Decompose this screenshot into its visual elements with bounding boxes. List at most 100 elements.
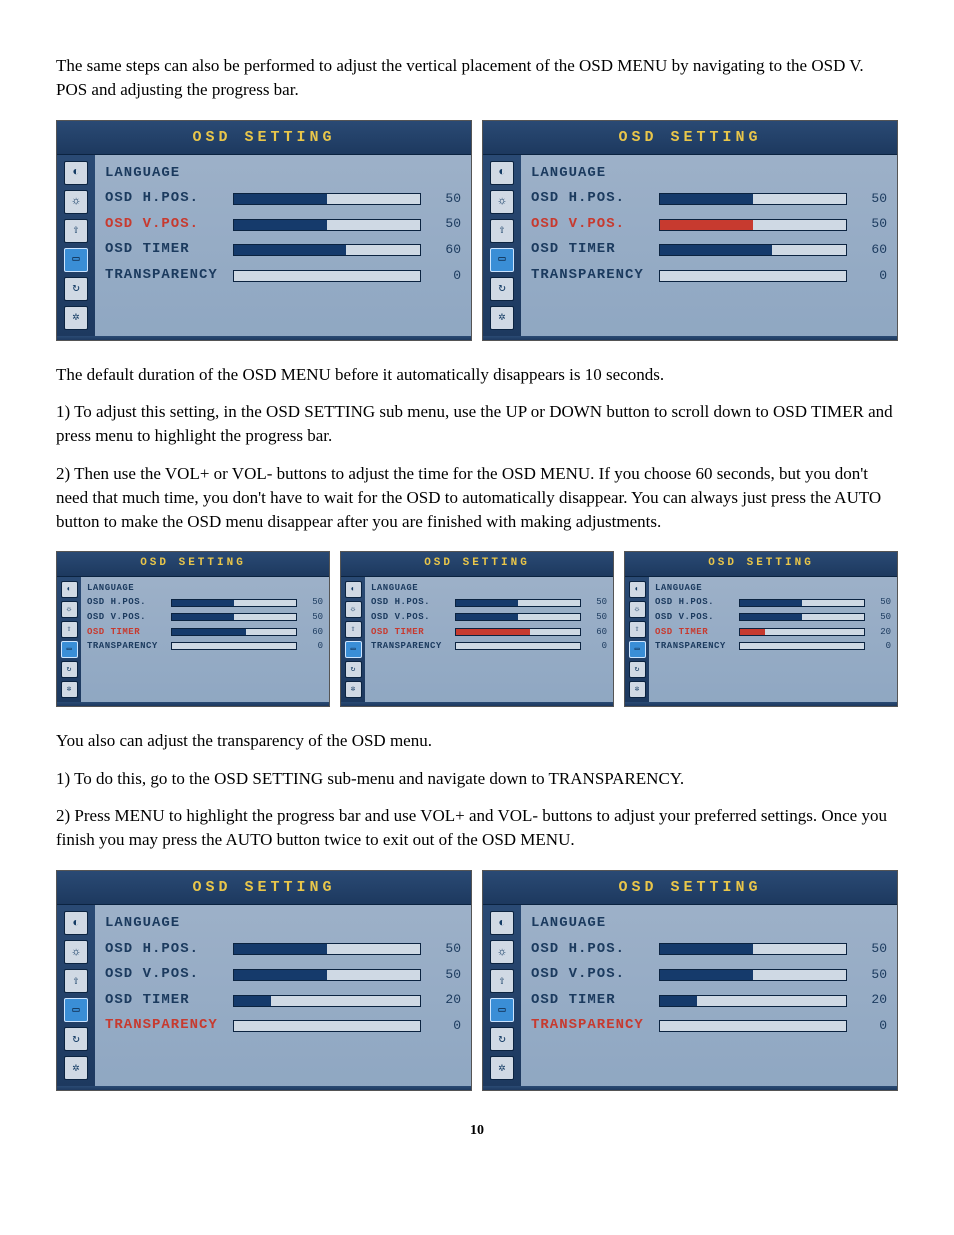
osd-row[interactable]: OSD TIMER60 (531, 237, 887, 263)
osd-row[interactable]: TRANSPARENCY0 (655, 639, 891, 654)
contrast-icon[interactable]: ◐ (64, 911, 88, 935)
osd-progress-bar[interactable] (739, 613, 865, 621)
osd-row[interactable]: TRANSPARENCY0 (371, 639, 607, 654)
osd-progress-bar[interactable] (171, 628, 297, 636)
osd-progress-bar[interactable] (739, 642, 865, 650)
position-icon[interactable]: ⇧ (64, 219, 88, 243)
misc-icon[interactable]: ✲ (64, 306, 88, 330)
reset-icon[interactable]: ↻ (61, 661, 78, 678)
osd-row[interactable]: TRANSPARENCY0 (105, 1013, 461, 1039)
osd-row[interactable]: TRANSPARENCY0 (105, 263, 461, 289)
osd-progress-bar[interactable] (739, 599, 865, 607)
position-icon[interactable]: ⇧ (61, 621, 78, 638)
osd-row[interactable]: OSD TIMER60 (371, 625, 607, 640)
reset-icon[interactable]: ↻ (345, 661, 362, 678)
contrast-icon[interactable]: ◐ (490, 161, 514, 185)
osd-icon[interactable]: ▭ (629, 641, 646, 658)
reset-icon[interactable]: ↻ (490, 1027, 514, 1051)
position-icon[interactable]: ⇧ (64, 969, 88, 993)
osd-progress-bar[interactable] (455, 642, 581, 650)
brightness-icon[interactable]: ☼ (61, 601, 78, 618)
osd-row[interactable]: LANGUAGE (371, 581, 607, 596)
osd-row[interactable]: OSD H.POS.50 (655, 595, 891, 610)
osd-row[interactable]: OSD H.POS.50 (531, 937, 887, 963)
osd-row[interactable]: OSD H.POS.50 (105, 186, 461, 212)
osd-row[interactable]: OSD V.POS.50 (371, 610, 607, 625)
osd-icon[interactable]: ▭ (64, 248, 88, 272)
misc-icon[interactable]: ✲ (629, 681, 646, 698)
osd-row[interactable]: OSD TIMER60 (87, 625, 323, 640)
contrast-icon[interactable]: ◐ (629, 581, 646, 598)
osd-row[interactable]: OSD V.POS.50 (105, 212, 461, 238)
reset-icon[interactable]: ↻ (64, 277, 88, 301)
osd-row[interactable]: LANGUAGE (531, 161, 887, 187)
osd-progress-bar[interactable] (659, 193, 847, 205)
osd-progress-bar[interactable] (233, 193, 421, 205)
osd-icon[interactable]: ▭ (490, 248, 514, 272)
osd-progress-bar[interactable] (659, 1020, 847, 1032)
osd-row[interactable]: LANGUAGE (105, 911, 461, 937)
osd-row[interactable]: LANGUAGE (655, 581, 891, 596)
osd-progress-bar[interactable] (739, 628, 865, 636)
osd-progress-bar[interactable] (455, 613, 581, 621)
osd-row[interactable]: TRANSPARENCY0 (531, 263, 887, 289)
position-icon[interactable]: ⇧ (490, 219, 514, 243)
osd-progress-bar[interactable] (171, 613, 297, 621)
osd-progress-bar[interactable] (659, 244, 847, 256)
misc-icon[interactable]: ✲ (61, 681, 78, 698)
osd-progress-bar[interactable] (233, 1020, 421, 1032)
reset-icon[interactable]: ↻ (629, 661, 646, 678)
osd-row[interactable]: OSD H.POS.50 (371, 595, 607, 610)
osd-progress-bar[interactable] (233, 969, 421, 981)
position-icon[interactable]: ⇧ (345, 621, 362, 638)
osd-row[interactable]: OSD V.POS.50 (531, 962, 887, 988)
reset-icon[interactable]: ↻ (490, 277, 514, 301)
osd-progress-bar[interactable] (659, 270, 847, 282)
osd-row[interactable]: OSD H.POS.50 (105, 937, 461, 963)
osd-row[interactable]: OSD TIMER20 (655, 625, 891, 640)
brightness-icon[interactable]: ☼ (64, 940, 88, 964)
osd-row[interactable]: LANGUAGE (531, 911, 887, 937)
osd-row[interactable]: TRANSPARENCY0 (87, 639, 323, 654)
osd-row[interactable]: LANGUAGE (105, 161, 461, 187)
osd-row[interactable]: OSD V.POS.50 (655, 610, 891, 625)
contrast-icon[interactable]: ◐ (345, 581, 362, 598)
osd-progress-bar[interactable] (455, 628, 581, 636)
osd-row[interactable]: LANGUAGE (87, 581, 323, 596)
osd-icon[interactable]: ▭ (64, 998, 88, 1022)
osd-row[interactable]: OSD V.POS.50 (531, 212, 887, 238)
brightness-icon[interactable]: ☼ (345, 601, 362, 618)
osd-icon[interactable]: ▭ (61, 641, 78, 658)
position-icon[interactable]: ⇧ (629, 621, 646, 638)
osd-progress-bar[interactable] (659, 995, 847, 1007)
osd-progress-bar[interactable] (659, 969, 847, 981)
osd-icon[interactable]: ▭ (490, 998, 514, 1022)
misc-icon[interactable]: ✲ (345, 681, 362, 698)
osd-progress-bar[interactable] (659, 219, 847, 231)
osd-progress-bar[interactable] (233, 244, 421, 256)
osd-row[interactable]: OSD TIMER60 (105, 237, 461, 263)
osd-row[interactable]: OSD TIMER20 (531, 988, 887, 1014)
osd-row[interactable]: OSD H.POS.50 (87, 595, 323, 610)
osd-progress-bar[interactable] (233, 270, 421, 282)
osd-progress-bar[interactable] (233, 995, 421, 1007)
osd-row[interactable]: OSD V.POS.50 (105, 962, 461, 988)
contrast-icon[interactable]: ◐ (61, 581, 78, 598)
osd-row[interactable]: OSD V.POS.50 (87, 610, 323, 625)
reset-icon[interactable]: ↻ (64, 1027, 88, 1051)
osd-progress-bar[interactable] (233, 943, 421, 955)
osd-row[interactable]: OSD TIMER20 (105, 988, 461, 1014)
osd-icon[interactable]: ▭ (345, 641, 362, 658)
contrast-icon[interactable]: ◐ (490, 911, 514, 935)
osd-progress-bar[interactable] (659, 943, 847, 955)
brightness-icon[interactable]: ☼ (490, 940, 514, 964)
misc-icon[interactable]: ✲ (490, 1056, 514, 1080)
brightness-icon[interactable]: ☼ (490, 190, 514, 214)
misc-icon[interactable]: ✲ (64, 1056, 88, 1080)
brightness-icon[interactable]: ☼ (64, 190, 88, 214)
osd-row[interactable]: TRANSPARENCY0 (531, 1013, 887, 1039)
misc-icon[interactable]: ✲ (490, 306, 514, 330)
osd-progress-bar[interactable] (455, 599, 581, 607)
osd-row[interactable]: OSD H.POS.50 (531, 186, 887, 212)
osd-progress-bar[interactable] (233, 219, 421, 231)
